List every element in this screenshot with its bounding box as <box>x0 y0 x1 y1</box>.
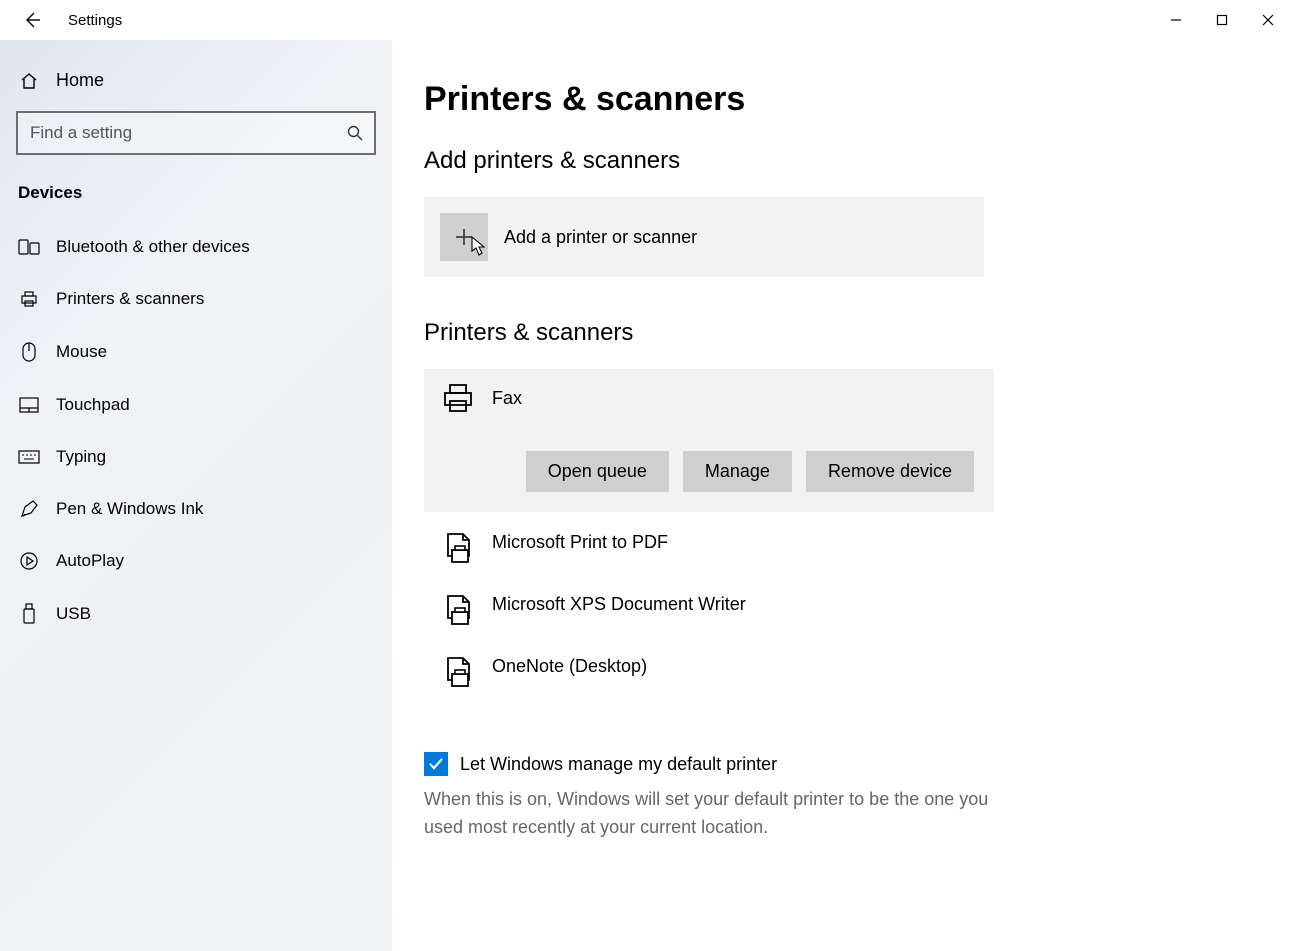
add-button-label: Add a printer or scanner <box>504 227 697 248</box>
remove-device-button[interactable]: Remove device <box>806 451 974 492</box>
document-printer-icon <box>440 594 476 628</box>
printer-item[interactable]: Microsoft Print to PDF <box>424 518 994 580</box>
open-queue-button[interactable]: Open queue <box>526 451 669 492</box>
page-title: Printers & scanners <box>424 80 1291 119</box>
printer-name: Microsoft XPS Document Writer <box>492 594 746 615</box>
main-content: Printers & scanners Add printers & scann… <box>392 40 1291 951</box>
list-section-title: Printers & scanners <box>424 319 1291 347</box>
sidebar-item-label: Pen & Windows Ink <box>56 499 203 519</box>
pen-icon <box>18 499 40 519</box>
titlebar: Settings <box>0 0 1291 40</box>
sidebar-item-label: Mouse <box>56 342 107 362</box>
sidebar-group-label: Devices <box>0 183 392 221</box>
add-printer-highlight: Add a printer or scanner <box>424 197 762 277</box>
close-button[interactable] <box>1245 4 1291 36</box>
sidebar-item-mouse[interactable]: Mouse <box>0 325 392 379</box>
bluetooth-devices-icon <box>18 237 40 257</box>
printer-icon <box>440 381 476 415</box>
sidebar-item-label: AutoPlay <box>56 551 124 571</box>
printer-name: OneNote (Desktop) <box>492 656 647 677</box>
printer-item[interactable]: Microsoft XPS Document Writer <box>424 580 994 642</box>
back-button[interactable] <box>18 6 46 34</box>
checkbox-label: Let Windows manage my default printer <box>460 754 777 775</box>
printer-name: Fax <box>492 388 522 409</box>
check-icon <box>427 755 445 773</box>
window-title: Settings <box>68 12 122 29</box>
minimize-button[interactable] <box>1153 4 1199 36</box>
sidebar-item-label: Printers & scanners <box>56 289 204 309</box>
sidebar-item-autoplay[interactable]: AutoPlay <box>0 535 392 587</box>
printer-icon <box>18 289 40 309</box>
sidebar-item-label: Typing <box>56 447 106 467</box>
printer-name: Microsoft Print to PDF <box>492 532 668 553</box>
add-button[interactable] <box>440 213 488 261</box>
sidebar-home-label: Home <box>56 70 104 91</box>
sidebar-item-typing[interactable]: Typing <box>0 431 392 483</box>
default-printer-checkbox[interactable] <box>424 752 448 776</box>
sidebar-item-bluetooth[interactable]: Bluetooth & other devices <box>0 221 392 273</box>
printer-item[interactable]: OneNote (Desktop) <box>424 642 994 704</box>
mouse-icon <box>18 341 40 363</box>
sidebar: Home Devices Bluetooth & other devices P… <box>0 40 392 951</box>
sidebar-item-printers[interactable]: Printers & scanners <box>0 273 392 325</box>
sidebar-item-label: USB <box>56 604 91 624</box>
help-text: When this is on, Windows will set your d… <box>424 786 994 842</box>
document-printer-icon <box>440 532 476 566</box>
sidebar-home[interactable]: Home <box>0 64 392 111</box>
document-printer-icon <box>440 656 476 690</box>
manage-button[interactable]: Manage <box>683 451 792 492</box>
touchpad-icon <box>18 396 40 414</box>
keyboard-icon <box>18 449 40 465</box>
autoplay-icon <box>18 551 40 571</box>
plus-icon <box>453 226 475 248</box>
sidebar-item-pen[interactable]: Pen & Windows Ink <box>0 483 392 535</box>
home-icon <box>18 71 40 91</box>
search-input[interactable] <box>16 111 376 155</box>
sidebar-item-usb[interactable]: USB <box>0 587 392 641</box>
printer-item-fax[interactable]: Fax Open queue Manage Remove device <box>424 369 994 512</box>
add-section-title: Add printers & scanners <box>424 147 1291 175</box>
sidebar-item-label: Bluetooth & other devices <box>56 237 250 257</box>
sidebar-item-label: Touchpad <box>56 395 130 415</box>
usb-icon <box>18 603 40 625</box>
sidebar-item-touchpad[interactable]: Touchpad <box>0 379 392 431</box>
search-icon <box>346 124 364 142</box>
maximize-button[interactable] <box>1199 4 1245 36</box>
add-printer-row[interactable]: Add a printer or scanner <box>424 197 984 277</box>
